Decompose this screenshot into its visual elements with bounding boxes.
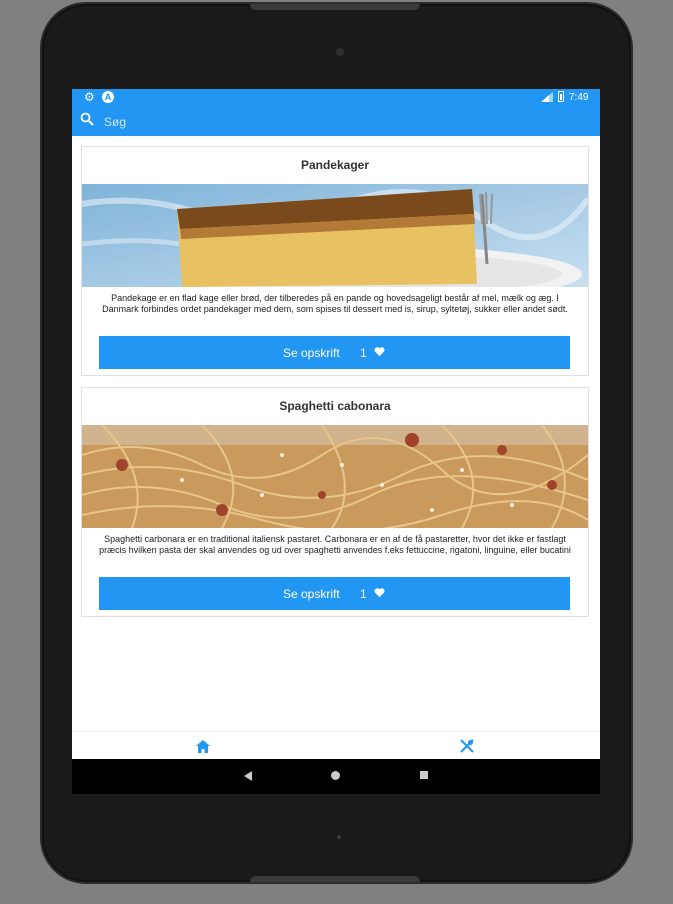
sensor: [337, 835, 341, 839]
back-icon[interactable]: [244, 771, 252, 781]
search-bar: [72, 106, 600, 136]
home-button-icon[interactable]: [331, 771, 340, 780]
recipe-image: [82, 425, 588, 528]
recipe-title: Spaghetti cabonara: [279, 399, 391, 413]
recipe-title: Pandekager: [300, 158, 370, 172]
see-recipe-button[interactable]: Se opskrift 1: [99, 577, 570, 610]
settings-icon: ⚙: [84, 90, 95, 104]
recipe-image: [82, 184, 588, 287]
clock: 7:49: [569, 92, 589, 103]
system-navigation-bar: [72, 759, 600, 794]
recipe-description: Spaghetti carbonara er en traditional it…: [99, 534, 571, 555]
recent-apps-icon[interactable]: [420, 771, 428, 779]
like-count: 1: [360, 587, 367, 601]
see-recipe-label: Se opskrift: [283, 587, 340, 601]
fork-knife-icon[interactable]: [460, 739, 474, 753]
heart-icon: [374, 347, 385, 357]
like-count: 1: [360, 346, 367, 360]
see-recipe-button[interactable]: Se opskrift 1: [99, 336, 570, 369]
screen: ⚙ A 7:49 Pandekager: [72, 89, 600, 794]
heart-icon: [374, 588, 385, 598]
recipe-card: Spaghetti cabonara Spaghetti carbonara e…: [81, 387, 589, 617]
see-recipe-label: Se opskrift: [283, 346, 340, 360]
top-speaker: [250, 4, 420, 10]
signal-icon: [541, 92, 553, 102]
recipe-description: Pandekage er en flad kage eller brød, de…: [102, 293, 568, 314]
bottom-navigation: [72, 731, 600, 760]
notification-icon: A: [102, 91, 114, 103]
bottom-speaker: [250, 876, 420, 882]
search-input[interactable]: [102, 111, 586, 133]
recipe-card: Pandekager Pandekage er en flad kage ell…: [81, 146, 589, 376]
home-icon[interactable]: [196, 740, 210, 753]
recipe-list: Pandekager Pandekage er en flad kage ell…: [72, 136, 600, 731]
battery-icon: [558, 91, 564, 102]
search-icon[interactable]: [80, 112, 94, 126]
camera: [336, 48, 344, 56]
status-bar: ⚙ A 7:49: [72, 89, 600, 106]
